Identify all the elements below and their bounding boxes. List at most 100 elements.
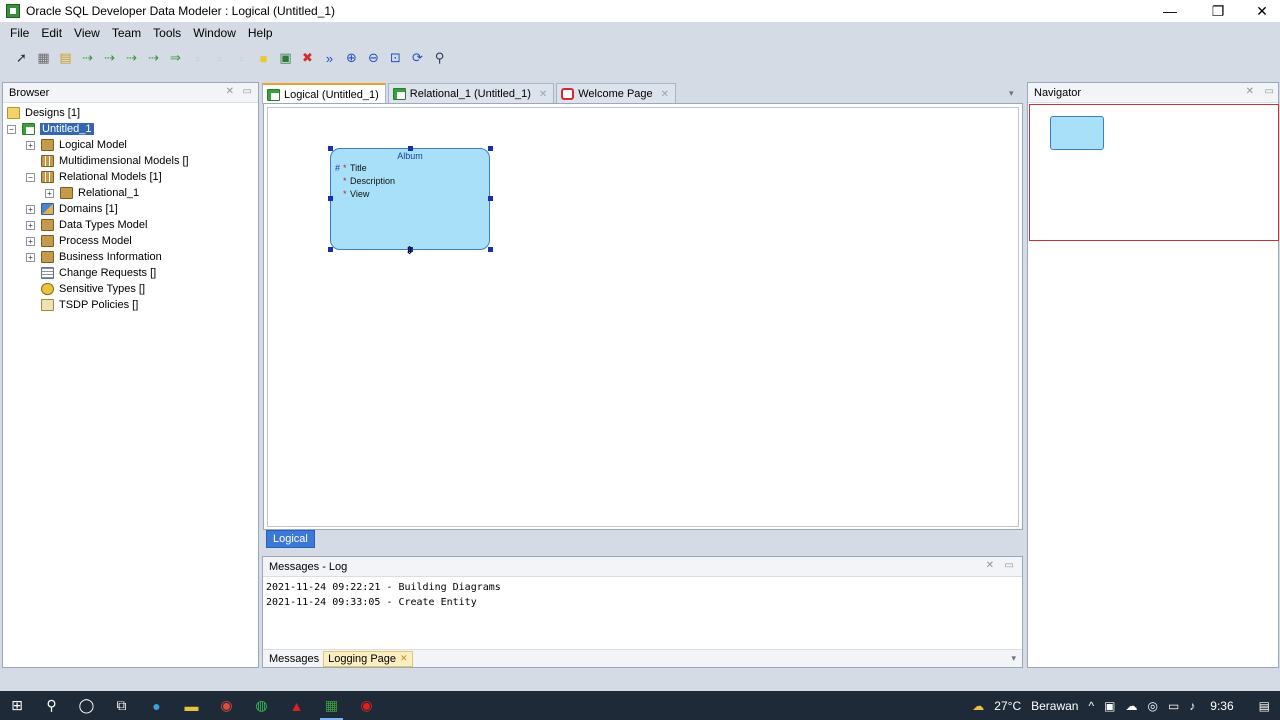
cloud-icon[interactable]: ☁ xyxy=(1125,699,1137,713)
tab-list-icon[interactable]: ▾ xyxy=(1009,88,1014,99)
tab-logical-diagram[interactable]: Logical (Untitled_1) xyxy=(262,83,386,104)
data-modeler-taskbar-icon[interactable]: ▦ xyxy=(314,691,349,720)
expand-icon[interactable]: + xyxy=(26,236,35,246)
zoom-in-icon[interactable]: ⊕ xyxy=(342,49,361,68)
delete-icon[interactable]: ✖ xyxy=(298,49,317,68)
meet-icon[interactable]: ▣ xyxy=(1104,699,1115,713)
cortana-icon[interactable]: ◯ xyxy=(69,691,104,720)
tab-logging-page[interactable]: Logging Page ✕ xyxy=(323,650,413,667)
battery-icon[interactable]: ▭ xyxy=(1168,699,1179,713)
entity-attribute[interactable]: * View xyxy=(331,187,489,200)
minimize-panel-icon[interactable]: ▭ xyxy=(1265,86,1274,97)
tree-item[interactable]: + Logical Model xyxy=(7,137,258,153)
minimize-panel-icon[interactable]: ▭ xyxy=(1005,560,1014,571)
restore-button[interactable]: ❐ xyxy=(1196,0,1240,22)
clock[interactable]: 9:36 xyxy=(1210,699,1233,713)
entity-album[interactable]: Album # * Title * Description * View xyxy=(330,148,490,250)
task-view-icon[interactable]: ⧉ xyxy=(104,691,139,720)
fit-screen-icon[interactable]: ⊡ xyxy=(386,49,405,68)
diagram-canvas[interactable]: Album # * Title * Description * View ⇕ xyxy=(267,107,1019,527)
menu-team[interactable]: Team xyxy=(106,26,147,40)
expand-icon[interactable]: + xyxy=(26,252,35,262)
new-type-icon[interactable]: ▫ xyxy=(188,49,207,68)
expand-icon[interactable]: + xyxy=(45,188,54,198)
collapse-icon[interactable]: − xyxy=(26,172,35,182)
new-note-icon[interactable]: ▫ xyxy=(232,49,251,68)
menu-view[interactable]: View xyxy=(68,26,106,40)
tree-item[interactable]: TSDP Policies [] xyxy=(7,297,258,313)
resize-handle[interactable] xyxy=(488,146,493,151)
resize-handle[interactable] xyxy=(328,247,333,252)
new-view-icon[interactable]: ▤ xyxy=(56,49,75,68)
menu-window[interactable]: Window xyxy=(187,26,242,40)
navigator-viewport[interactable] xyxy=(1029,104,1279,241)
menu-file[interactable]: File xyxy=(4,26,35,40)
tree-item[interactable]: − Untitled_1 xyxy=(7,121,258,137)
new-arc-icon[interactable]: ⇒ xyxy=(166,49,185,68)
new-subtype-icon[interactable]: ▫ xyxy=(210,49,229,68)
file-explorer-icon[interactable]: ▬ xyxy=(174,691,209,720)
resize-handle[interactable] xyxy=(488,247,493,252)
zoom-out-icon[interactable]: ⊖ xyxy=(364,49,383,68)
tree-item[interactable]: + Process Model xyxy=(7,233,258,249)
whatsapp-icon[interactable]: ◍ xyxy=(244,691,279,720)
recorder-icon[interactable]: ◉ xyxy=(349,691,384,720)
engineer-to-relational-icon[interactable]: » xyxy=(320,49,339,68)
tree-item[interactable]: Designs [1] xyxy=(7,105,258,121)
new-folder-icon[interactable]: ■ xyxy=(254,49,273,68)
resize-handle[interactable] xyxy=(328,146,333,151)
tree-item[interactable]: + Domains [1] xyxy=(7,201,258,217)
refresh-icon[interactable]: ⟳ xyxy=(408,49,427,68)
close-icon[interactable]: ✕ xyxy=(539,89,547,100)
tab-logical-page[interactable]: Logical xyxy=(266,530,315,548)
close-button[interactable]: ✕ xyxy=(1240,0,1280,22)
new-relation-1n-icon[interactable]: ⇢ xyxy=(78,49,97,68)
close-icon[interactable]: ✕ xyxy=(1246,86,1254,97)
menu-edit[interactable]: Edit xyxy=(35,26,68,40)
expand-icon[interactable]: + xyxy=(26,140,35,150)
menu-help[interactable]: Help xyxy=(242,26,279,40)
close-icon[interactable]: ✕ xyxy=(226,86,234,97)
volume-icon[interactable]: ♪ xyxy=(1189,699,1195,713)
collapse-icon[interactable]: − xyxy=(7,124,16,134)
new-entity-icon[interactable]: ▦ xyxy=(34,49,53,68)
new-relation-11-icon[interactable]: ⇢ xyxy=(100,49,119,68)
menu-tools[interactable]: Tools xyxy=(147,26,187,40)
tree-item[interactable]: Multidimensional Models [] xyxy=(7,153,258,169)
resize-handle[interactable] xyxy=(488,196,493,201)
tree-item[interactable]: + Data Types Model xyxy=(7,217,258,233)
tab-relational-diagram[interactable]: Relational_1 (Untitled_1) ✕ xyxy=(387,83,555,104)
close-icon[interactable]: ✕ xyxy=(661,89,669,100)
tree-item[interactable]: Sensitive Types [] xyxy=(7,281,258,297)
expand-icon[interactable]: + xyxy=(26,220,35,230)
tree-item[interactable]: + Business Information xyxy=(7,249,258,265)
network-icon[interactable]: ◎ xyxy=(1147,699,1157,713)
tree-item[interactable]: − Relational Models [1] xyxy=(7,169,258,185)
notification-icon[interactable]: ▤ xyxy=(1259,699,1270,713)
tree-item[interactable]: Change Requests [] xyxy=(7,265,258,281)
windows-start-icon[interactable]: ⊞ xyxy=(0,691,34,720)
acrobat-icon[interactable]: ▲ xyxy=(279,691,314,720)
entity-attribute[interactable]: # * Title xyxy=(331,161,489,174)
close-icon[interactable]: ✕ xyxy=(986,560,994,571)
resize-handle[interactable] xyxy=(328,196,333,201)
minimize-button[interactable]: — xyxy=(1148,0,1192,22)
chrome-icon[interactable]: ◉ xyxy=(209,691,244,720)
new-relation-mn-icon[interactable]: ⇢ xyxy=(122,49,141,68)
search-icon[interactable]: ⚲ xyxy=(34,691,69,720)
new-relation-nn-icon[interactable]: ⇢ xyxy=(144,49,163,68)
tree-item[interactable]: + Relational_1 xyxy=(7,185,258,201)
find-icon[interactable]: ⚲ xyxy=(430,49,449,68)
tab-messages[interactable]: Messages xyxy=(265,651,323,667)
resize-handle[interactable] xyxy=(408,146,413,151)
close-icon[interactable]: ✕ xyxy=(400,653,408,664)
new-picture-icon[interactable]: ▣ xyxy=(276,49,295,68)
expand-icon[interactable]: + xyxy=(26,204,35,214)
chevron-up-icon[interactable]: ^ xyxy=(1088,699,1094,713)
tab-welcome-page[interactable]: Welcome Page ✕ xyxy=(556,83,677,104)
select-pointer-icon[interactable]: ➚ xyxy=(12,49,31,68)
tab-list-icon[interactable]: ▾ xyxy=(1011,653,1016,664)
minimize-panel-icon[interactable]: ▭ xyxy=(243,86,252,97)
edge-icon[interactable]: ● xyxy=(139,691,174,720)
entity-attribute[interactable]: * Description xyxy=(331,174,489,187)
